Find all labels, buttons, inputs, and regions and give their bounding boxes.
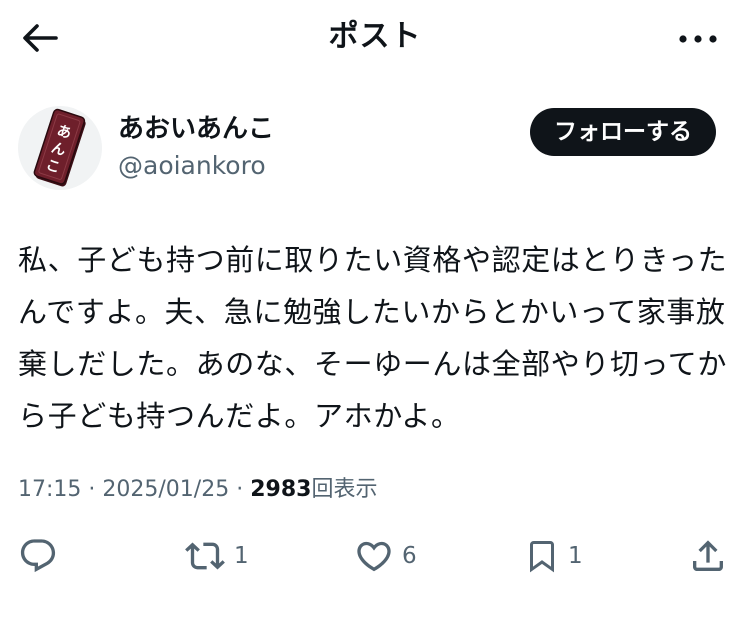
reply-icon <box>20 539 56 573</box>
avatar-image: あ ん こ <box>18 106 102 190</box>
author-display-name[interactable]: あおいあんこ <box>118 111 274 147</box>
follow-button[interactable]: フォローする <box>530 108 716 156</box>
heart-icon <box>357 541 391 572</box>
meta-separator: · <box>88 477 96 502</box>
meta-separator: · <box>236 477 244 502</box>
share-icon <box>693 540 723 571</box>
like-count: 6 <box>402 543 417 569</box>
post-time[interactable]: 17:15 <box>18 477 81 502</box>
top-bar: ポスト <box>0 0 750 78</box>
author-handle[interactable]: @aoiankoro <box>118 149 266 183</box>
avatar[interactable]: あ ん こ <box>18 106 102 190</box>
like-button[interactable]: 6 <box>354 534 417 578</box>
bookmark-count: 1 <box>568 543 583 569</box>
repost-button[interactable]: 1 <box>184 534 249 578</box>
post-meta: 17:15 · 2025/01/25 · 2983回表示 <box>18 474 377 506</box>
views-label: 回表示 <box>311 477 378 502</box>
more-horizontal-icon <box>679 35 717 43</box>
post-date[interactable]: 2025/01/25 <box>102 477 229 502</box>
page-title: ポスト <box>328 19 422 54</box>
repost-icon <box>185 542 225 570</box>
more-options-button[interactable] <box>676 22 720 56</box>
share-button[interactable] <box>688 534 728 578</box>
views-count: 2983 <box>250 477 312 502</box>
repost-count: 1 <box>234 543 249 569</box>
reply-button[interactable] <box>18 534 66 578</box>
bookmark-icon <box>530 541 554 573</box>
bookmark-button[interactable]: 1 <box>524 534 583 578</box>
post-text: 私、子ども持つ前に取りたい資格や認定はとりきったんですよ。夫、急に勉強したいから… <box>18 243 728 433</box>
